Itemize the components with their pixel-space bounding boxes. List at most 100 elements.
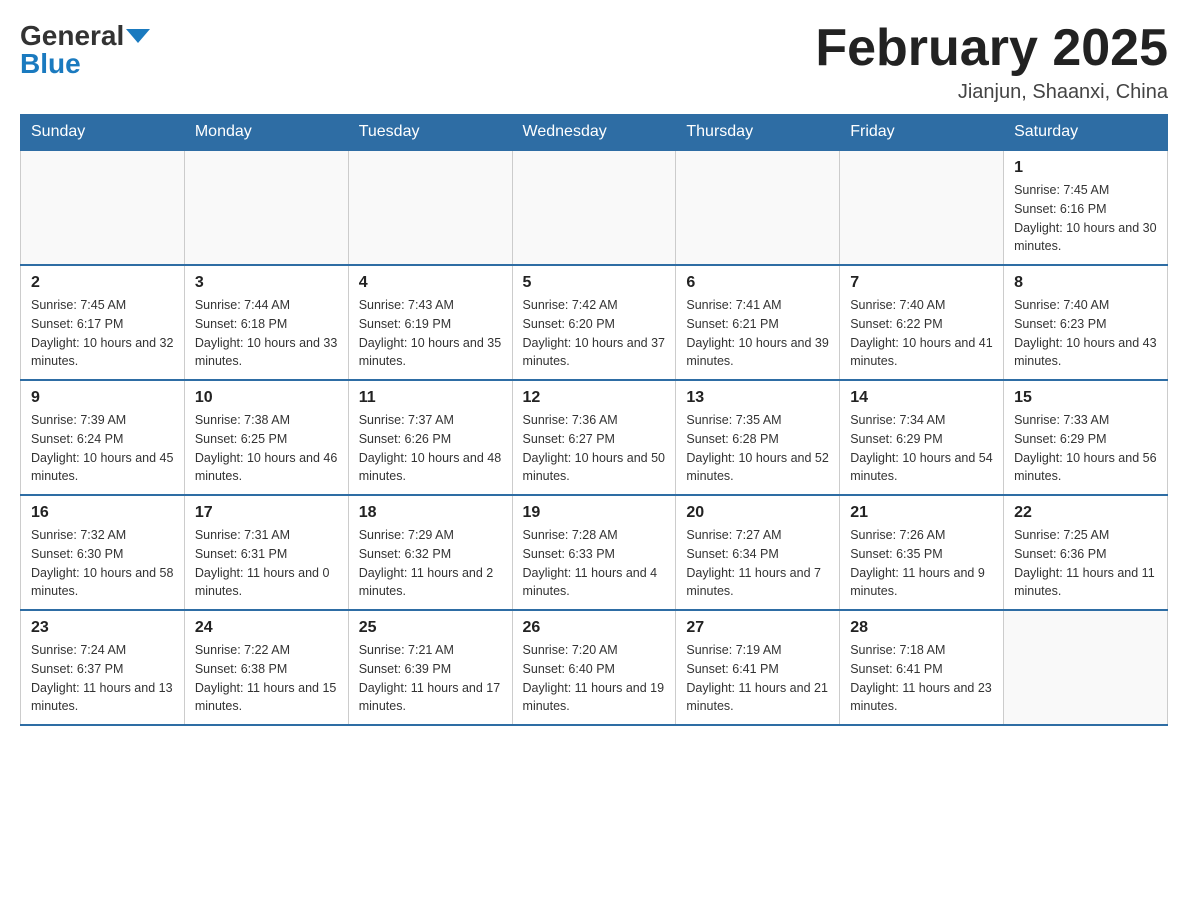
day-number: 9 bbox=[31, 389, 174, 407]
header-monday: Monday bbox=[184, 115, 348, 151]
day-info: Sunrise: 7:45 AMSunset: 6:16 PMDaylight:… bbox=[1014, 181, 1157, 256]
table-row: 24Sunrise: 7:22 AMSunset: 6:38 PMDayligh… bbox=[184, 610, 348, 725]
day-number: 10 bbox=[195, 389, 338, 407]
header-tuesday: Tuesday bbox=[348, 115, 512, 151]
day-info: Sunrise: 7:25 AMSunset: 6:36 PMDaylight:… bbox=[1014, 526, 1157, 601]
day-info: Sunrise: 7:19 AMSunset: 6:41 PMDaylight:… bbox=[686, 641, 829, 716]
table-row: 28 Sunrise: 7:18 AMSunset: 6:41 PMDayligh… bbox=[840, 610, 1004, 725]
day-number: 26 bbox=[523, 619, 666, 637]
day-info: Sunrise: 7:22 AMSunset: 6:38 PMDaylight:… bbox=[195, 641, 338, 716]
logo: General Blue bbox=[20, 20, 150, 80]
day-info: Sunrise: 7:24 AMSunset: 6:37 PMDaylight:… bbox=[31, 641, 174, 716]
table-row: 9 Sunrise: 7:39 AMSunset: 6:24 PMDaylight… bbox=[21, 380, 185, 495]
day-info: Sunrise: 7:18 AMSunset: 6:41 PMDaylight:… bbox=[850, 641, 993, 716]
day-number: 6 bbox=[686, 274, 829, 292]
header-sunday: Sunday bbox=[21, 115, 185, 151]
day-number: 12 bbox=[523, 389, 666, 407]
day-info: Sunrise: 7:32 AMSunset: 6:30 PMDaylight:… bbox=[31, 526, 174, 601]
day-info: Sunrise: 7:33 AMSunset: 6:29 PMDaylight:… bbox=[1014, 411, 1157, 486]
page-header: General Blue February 2025 Jianjun, Shaa… bbox=[20, 20, 1168, 104]
day-number: 14 bbox=[850, 389, 993, 407]
day-info: Sunrise: 7:28 AMSunset: 6:33 PMDaylight:… bbox=[523, 526, 666, 601]
table-row: 4Sunrise: 7:43 AMSunset: 6:19 PMDaylight… bbox=[348, 265, 512, 380]
day-number: 20 bbox=[686, 504, 829, 522]
day-info: Sunrise: 7:34 AMSunset: 6:29 PMDaylight:… bbox=[850, 411, 993, 486]
day-info: Sunrise: 7:29 AMSunset: 6:32 PMDaylight:… bbox=[359, 526, 502, 601]
table-row: 17 Sunrise: 7:31 AMSunset: 6:31 PMDayligh… bbox=[184, 495, 348, 610]
month-title: February 2025 bbox=[815, 20, 1168, 77]
day-info: Sunrise: 7:38 AMSunset: 6:25 PMDaylight:… bbox=[195, 411, 338, 486]
day-number: 16 bbox=[31, 504, 174, 522]
day-info: Sunrise: 7:20 AMSunset: 6:40 PMDaylight:… bbox=[523, 641, 666, 716]
table-row: 2 Sunrise: 7:45 AMSunset: 6:17 PMDaylight… bbox=[21, 265, 185, 380]
day-info: Sunrise: 7:26 AMSunset: 6:35 PMDaylight:… bbox=[850, 526, 993, 601]
table-row: 20 Sunrise: 7:27 AMSunset: 6:34 PMDayligh… bbox=[676, 495, 840, 610]
day-number: 21 bbox=[850, 504, 993, 522]
location: Jianjun, Shaanxi, China bbox=[815, 81, 1168, 104]
day-info: Sunrise: 7:31 AMSunset: 6:31 PMDaylight:… bbox=[195, 526, 338, 601]
table-row: 5Sunrise: 7:42 AMSunset: 6:20 PMDaylight… bbox=[512, 265, 676, 380]
table-row: 22 Sunrise: 7:25 AMSunset: 6:36 PMDayligh… bbox=[1004, 495, 1168, 610]
day-number: 23 bbox=[31, 619, 174, 637]
calendar-week-row: 16 Sunrise: 7:32 AMSunset: 6:30 PMDayligh… bbox=[21, 495, 1168, 610]
day-number: 1 bbox=[1014, 159, 1157, 177]
title-section: February 2025 Jianjun, Shaanxi, China bbox=[815, 20, 1168, 104]
table-row bbox=[676, 150, 840, 265]
table-row: 26 Sunrise: 7:20 AMSunset: 6:40 PMDayligh… bbox=[512, 610, 676, 725]
calendar-header-row: Sunday Monday Tuesday Wednesday Thursday… bbox=[21, 115, 1168, 151]
logo-arrow-icon bbox=[126, 29, 150, 43]
table-row: 10 Sunrise: 7:38 AMSunset: 6:25 PMDayligh… bbox=[184, 380, 348, 495]
day-number: 2 bbox=[31, 274, 174, 292]
day-info: Sunrise: 7:40 AMSunset: 6:22 PMDaylight:… bbox=[850, 296, 993, 371]
table-row bbox=[512, 150, 676, 265]
table-row: 18 Sunrise: 7:29 AMSunset: 6:32 PMDayligh… bbox=[348, 495, 512, 610]
table-row: 16 Sunrise: 7:32 AMSunset: 6:30 PMDayligh… bbox=[21, 495, 185, 610]
table-row: 6 Sunrise: 7:41 AMSunset: 6:21 PMDaylight… bbox=[676, 265, 840, 380]
table-row: 8Sunrise: 7:40 AMSunset: 6:23 PMDaylight… bbox=[1004, 265, 1168, 380]
day-info: Sunrise: 7:45 AMSunset: 6:17 PMDaylight:… bbox=[31, 296, 174, 371]
day-number: 19 bbox=[523, 504, 666, 522]
table-row bbox=[1004, 610, 1168, 725]
calendar-week-row: 9 Sunrise: 7:39 AMSunset: 6:24 PMDaylight… bbox=[21, 380, 1168, 495]
day-number: 18 bbox=[359, 504, 502, 522]
day-number: 22 bbox=[1014, 504, 1157, 522]
table-row: 21 Sunrise: 7:26 AMSunset: 6:35 PMDayligh… bbox=[840, 495, 1004, 610]
header-thursday: Thursday bbox=[676, 115, 840, 151]
day-info: Sunrise: 7:35 AMSunset: 6:28 PMDaylight:… bbox=[686, 411, 829, 486]
day-number: 17 bbox=[195, 504, 338, 522]
calendar-week-row: 2 Sunrise: 7:45 AMSunset: 6:17 PMDaylight… bbox=[21, 265, 1168, 380]
table-row bbox=[840, 150, 1004, 265]
day-info: Sunrise: 7:39 AMSunset: 6:24 PMDaylight:… bbox=[31, 411, 174, 486]
day-info: Sunrise: 7:37 AMSunset: 6:26 PMDaylight:… bbox=[359, 411, 502, 486]
header-wednesday: Wednesday bbox=[512, 115, 676, 151]
day-number: 5 bbox=[523, 274, 666, 292]
day-info: Sunrise: 7:44 AMSunset: 6:18 PMDaylight:… bbox=[195, 296, 338, 371]
table-row: 19 Sunrise: 7:28 AMSunset: 6:33 PMDayligh… bbox=[512, 495, 676, 610]
day-info: Sunrise: 7:41 AMSunset: 6:21 PMDaylight:… bbox=[686, 296, 829, 371]
day-number: 4 bbox=[359, 274, 502, 292]
header-saturday: Saturday bbox=[1004, 115, 1168, 151]
table-row: 11 Sunrise: 7:37 AMSunset: 6:26 PMDayligh… bbox=[348, 380, 512, 495]
day-info: Sunrise: 7:40 AMSunset: 6:23 PMDaylight:… bbox=[1014, 296, 1157, 371]
table-row: 7Sunrise: 7:40 AMSunset: 6:22 PMDaylight… bbox=[840, 265, 1004, 380]
day-number: 28 bbox=[850, 619, 993, 637]
day-info: Sunrise: 7:36 AMSunset: 6:27 PMDaylight:… bbox=[523, 411, 666, 486]
table-row: 3 Sunrise: 7:44 AMSunset: 6:18 PMDaylight… bbox=[184, 265, 348, 380]
day-info: Sunrise: 7:27 AMSunset: 6:34 PMDaylight:… bbox=[686, 526, 829, 601]
calendar-week-row: 23 Sunrise: 7:24 AMSunset: 6:37 PMDayligh… bbox=[21, 610, 1168, 725]
table-row: 25Sunrise: 7:21 AMSunset: 6:39 PMDayligh… bbox=[348, 610, 512, 725]
day-number: 15 bbox=[1014, 389, 1157, 407]
day-number: 11 bbox=[359, 389, 502, 407]
table-row: 14 Sunrise: 7:34 AMSunset: 6:29 PMDayligh… bbox=[840, 380, 1004, 495]
calendar-week-row: 1 Sunrise: 7:45 AMSunset: 6:16 PMDaylight… bbox=[21, 150, 1168, 265]
day-number: 13 bbox=[686, 389, 829, 407]
table-row bbox=[21, 150, 185, 265]
table-row: 27 Sunrise: 7:19 AMSunset: 6:41 PMDayligh… bbox=[676, 610, 840, 725]
table-row: 13 Sunrise: 7:35 AMSunset: 6:28 PMDayligh… bbox=[676, 380, 840, 495]
logo-text-blue: Blue bbox=[20, 48, 81, 80]
table-row: 23 Sunrise: 7:24 AMSunset: 6:37 PMDayligh… bbox=[21, 610, 185, 725]
day-number: 3 bbox=[195, 274, 338, 292]
day-number: 27 bbox=[686, 619, 829, 637]
table-row: 1 Sunrise: 7:45 AMSunset: 6:16 PMDaylight… bbox=[1004, 150, 1168, 265]
day-info: Sunrise: 7:21 AMSunset: 6:39 PMDaylight:… bbox=[359, 641, 502, 716]
